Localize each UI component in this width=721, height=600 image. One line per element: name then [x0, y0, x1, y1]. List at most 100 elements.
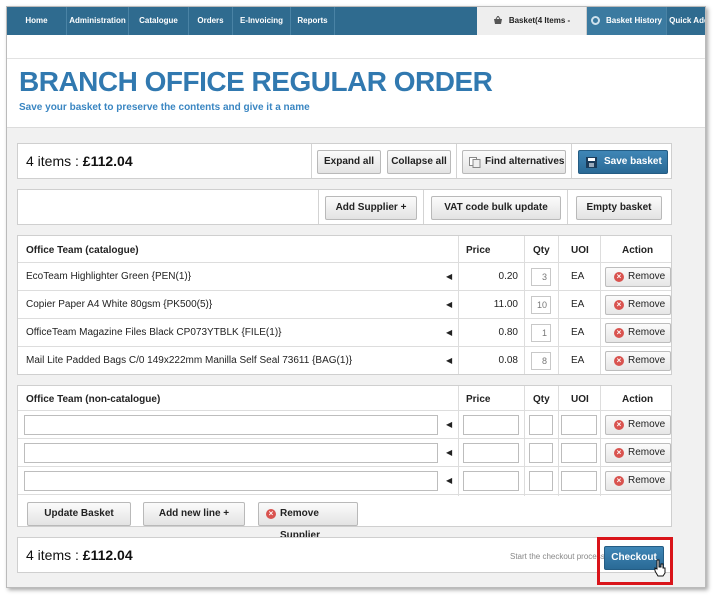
quantity-input[interactable]: 1	[531, 324, 551, 342]
basket-history-label: Basket History	[605, 16, 663, 25]
nav-basket[interactable]: Basket(4 Items - £112.04)	[477, 7, 587, 53]
expand-arrow-icon[interactable]: ◀	[446, 420, 452, 429]
uoi-input[interactable]	[561, 443, 597, 463]
summary-bar: 4 items : £112.04 Expand all Collapse al…	[17, 143, 672, 179]
nav-orders[interactable]: Orders	[189, 7, 233, 35]
add-supplier-button[interactable]: Add Supplier +	[325, 196, 417, 220]
remove-button[interactable]: × Remove	[605, 443, 671, 463]
item-price: 0.08	[498, 355, 518, 366]
save-basket-button[interactable]: Save basket	[578, 150, 668, 174]
column-divider	[524, 386, 525, 496]
item-price: 0.80	[498, 327, 518, 338]
uoi-input[interactable]	[561, 415, 597, 435]
remove-label: Remove	[628, 327, 666, 338]
nav-quick-add[interactable]: Quick Add	[667, 7, 705, 35]
divider	[567, 190, 568, 224]
quantity-input[interactable]	[529, 443, 553, 463]
remove-label: Remove	[628, 447, 666, 458]
description-input[interactable]	[24, 443, 438, 463]
nav-catalogue[interactable]: Catalogue	[129, 7, 189, 35]
description-input[interactable]	[24, 471, 438, 491]
price-header: Price	[466, 245, 491, 256]
hand-cursor-icon	[654, 559, 666, 577]
quantity-input[interactable]: 10	[531, 296, 551, 314]
remove-icon: ×	[266, 509, 276, 519]
empty-basket-button[interactable]: Empty basket	[576, 196, 662, 220]
remove-button[interactable]: × Remove	[605, 415, 671, 435]
divider	[571, 144, 572, 178]
clock-icon	[590, 16, 600, 26]
remove-button[interactable]: × Remove	[605, 267, 671, 287]
supplier-name: Office Team (non-catalogue)	[26, 394, 161, 405]
update-basket-button[interactable]: Update Basket	[27, 502, 131, 526]
item-count-label: 4 items :	[26, 547, 83, 563]
remove-label: Remove	[628, 271, 666, 282]
nav-home[interactable]: Home	[7, 7, 67, 35]
remove-icon: ×	[614, 476, 624, 486]
column-divider	[524, 236, 525, 374]
expand-arrow-icon[interactable]: ◀	[446, 448, 452, 457]
supplier-name: Office Team (catalogue)	[26, 245, 139, 256]
nav-e-invoicing[interactable]: E-Invoicing	[233, 7, 291, 35]
price-input[interactable]	[463, 443, 519, 463]
column-divider	[458, 386, 459, 496]
item-count-label: 4 items :	[26, 153, 83, 169]
top-nav: Home Administration Catalogue Orders E-I…	[7, 7, 705, 53]
page-title: BRANCH OFFICE REGULAR ORDER	[19, 66, 493, 97]
column-divider	[600, 386, 601, 496]
row-divider	[18, 466, 671, 467]
checkout-bar: 4 items : £112.04 Start the checkout pro…	[17, 537, 672, 573]
row-divider	[18, 290, 671, 291]
nav-reports[interactable]: Reports	[291, 7, 335, 35]
action-header: Action	[622, 394, 654, 405]
expand-arrow-icon[interactable]: ◀	[446, 328, 452, 337]
item-description: Copier Paper A4 White 80gsm {PK500(5)}	[26, 299, 213, 310]
remove-supplier-button[interactable]: × Remove Supplier	[258, 502, 358, 541]
quantity-input[interactable]: 8	[531, 352, 551, 370]
basket-actions-bar: Add Supplier + VAT code bulk update Empt…	[17, 189, 672, 225]
quantity-input[interactable]: 3	[531, 268, 551, 286]
quantity-input[interactable]	[529, 415, 553, 435]
uoi-input[interactable]	[561, 471, 597, 491]
vat-code-bulk-update-button[interactable]: VAT code bulk update	[431, 196, 561, 220]
page-subtitle: Save your basket to preserve the content…	[19, 102, 310, 113]
quantity-input[interactable]	[529, 471, 553, 491]
remove-label: Remove	[628, 419, 666, 430]
find-alternatives-label: Find alternatives	[485, 156, 565, 167]
remove-label: Remove	[628, 355, 666, 366]
remove-label: Remove	[628, 299, 666, 310]
row-divider	[18, 494, 671, 495]
basket-total: £112.04	[82, 547, 133, 563]
remove-button[interactable]: × Remove	[605, 471, 671, 491]
expand-arrow-icon[interactable]: ◀	[446, 356, 452, 365]
collapse-all-button[interactable]: Collapse all	[387, 150, 451, 174]
expand-arrow-icon[interactable]: ◀	[446, 300, 452, 309]
price-header: Price	[466, 394, 491, 405]
copy-icon	[469, 157, 481, 168]
checkout-hint: Start the checkout process	[510, 552, 605, 561]
row-divider	[18, 438, 671, 439]
item-uoi: EA	[571, 271, 585, 282]
nav-basket-history[interactable]: Basket History	[587, 7, 667, 35]
expand-arrow-icon[interactable]: ◀	[446, 476, 452, 485]
item-description: OfficeTeam Magazine Files Black CP073YTB…	[26, 327, 282, 338]
find-alternatives-button[interactable]: Find alternatives	[462, 150, 566, 174]
catalogue-table: Office Team (catalogue) Price Qty UOI Ac…	[17, 235, 672, 375]
description-input[interactable]	[24, 415, 438, 435]
remove-button[interactable]: × Remove	[605, 295, 671, 315]
item-uoi: EA	[571, 355, 585, 366]
qty-header: Qty	[533, 245, 550, 256]
expand-arrow-icon[interactable]: ◀	[446, 272, 452, 281]
column-divider	[458, 236, 459, 374]
basket-total: £112.04	[82, 153, 133, 169]
save-basket-label: Save basket	[604, 156, 662, 167]
remove-button[interactable]: × Remove	[605, 351, 671, 371]
action-header: Action	[622, 245, 654, 256]
nav-administration[interactable]: Administration	[67, 7, 129, 35]
price-input[interactable]	[463, 471, 519, 491]
price-input[interactable]	[463, 415, 519, 435]
row-divider	[18, 318, 671, 319]
add-new-line-button[interactable]: Add new line +	[143, 502, 245, 526]
remove-button[interactable]: × Remove	[605, 323, 671, 343]
expand-all-button[interactable]: Expand all	[317, 150, 381, 174]
